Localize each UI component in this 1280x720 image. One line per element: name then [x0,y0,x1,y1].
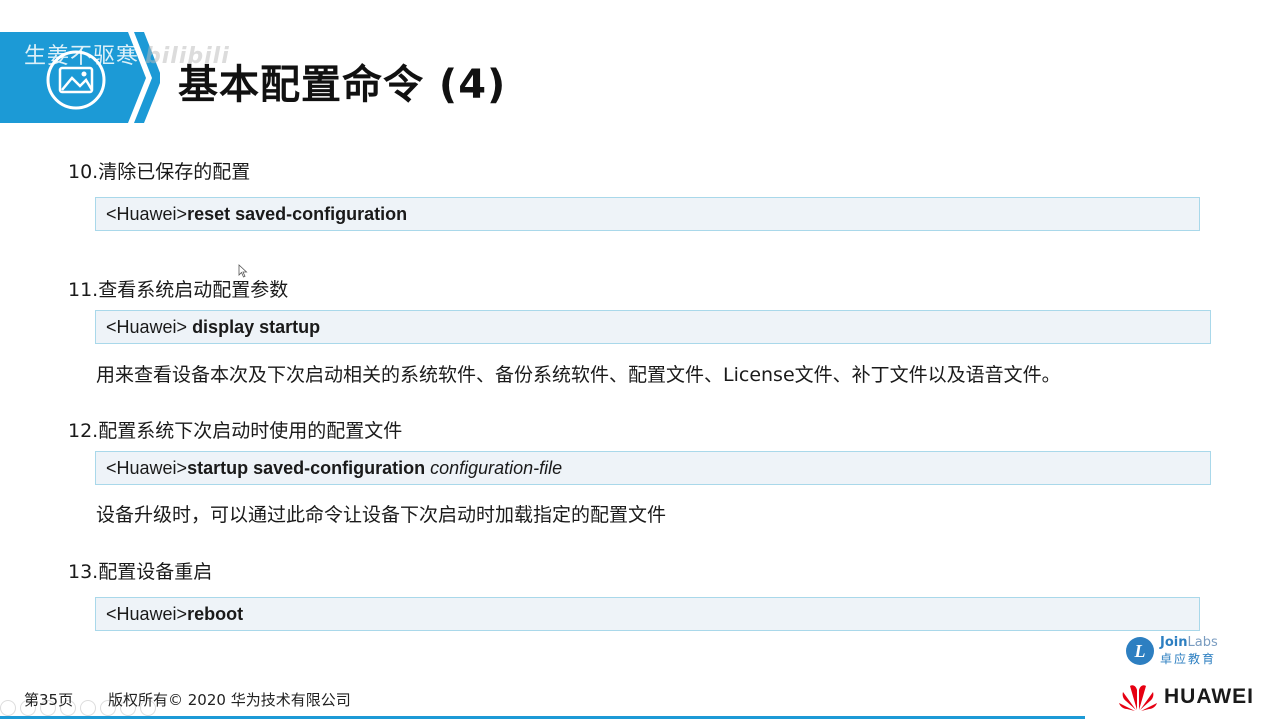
page-number: 第35页 [24,691,74,709]
command-prompt: <Huawei> [106,203,188,224]
huawei-logo: HUAWEI [1118,682,1254,712]
joinlabs-icon: L [1126,637,1154,665]
command-prompt: <Huawei> [106,457,188,478]
command-keyword: startup saved-configuration [187,457,426,478]
slide-title: 基本配置命令 (4) [178,62,507,108]
copyright: 版权所有© 2020 华为技术有限公司 [108,691,351,709]
command-prompt: <Huawei> [106,316,193,337]
joinlabs-name-suffix: Labs [1187,635,1218,650]
command-box-12: <Huawei> startup saved-configuration conf… [95,451,1211,485]
section-description-11: 用来查看设备本次及下次启动相关的系统软件、备份系统软件、配置文件、License… [96,364,1061,386]
command-box-13: <Huawei> reboot [95,597,1200,631]
section-heading-10: 10.清除已保存的配置 [68,161,251,183]
section-heading-13: 13.配置设备重启 [68,561,213,583]
command-argument: configuration-file [425,457,563,478]
command-box-10: <Huawei> reset saved-configuration [95,197,1200,231]
command-prompt: <Huawei> [106,603,188,624]
section-heading-12: 12.配置系统下次启动时使用的配置文件 [68,420,403,442]
joinlabs-chinese: 卓应教育 [1160,652,1217,666]
mouse-cursor-icon [238,264,248,278]
section-description-12: 设备升级时，可以通过此命令让设备下次启动时加载指定的配置文件 [96,504,667,526]
watermark-text: 生姜不驱寒 [24,44,140,69]
command-keyword: reboot [187,603,244,624]
command-keyword: display startup [192,316,321,337]
command-box-11: <Huawei> display startup [95,310,1211,344]
huawei-wordmark: HUAWEI [1164,685,1254,708]
control-icon[interactable] [0,700,16,716]
joinlabs-name: JoinLabs [1160,635,1218,650]
joinlabs-logo: L JoinLabs 卓应教育 [1126,635,1236,667]
control-icon[interactable] [80,700,96,716]
joinlabs-name-main: Join [1160,635,1188,650]
section-heading-11: 11.查看系统启动配置参数 [68,279,289,301]
footer-accent-line [0,716,1085,719]
huawei-flower-icon [1119,685,1157,711]
command-keyword: reset saved-configuration [187,203,408,224]
